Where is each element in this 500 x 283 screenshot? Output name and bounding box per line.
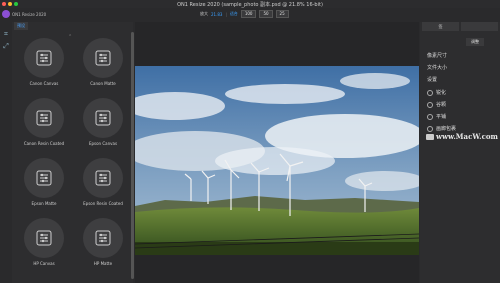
settings-section-label: 设置	[427, 77, 438, 83]
settings-section-label: 谷颗	[436, 102, 447, 108]
preset-sliders-icon	[36, 170, 52, 186]
preset-sliders-icon	[95, 230, 111, 246]
preset-sliders-icon	[95, 50, 111, 66]
preset-sliders-icon	[95, 170, 111, 186]
section-toggle-icon[interactable]	[427, 113, 433, 120]
settings-section[interactable]: 锐化	[427, 89, 446, 96]
separator: |	[225, 11, 227, 17]
preset-label: Epson Resin Coated	[83, 201, 123, 206]
tool-strip: ⌗ ⤢	[0, 22, 12, 283]
preset-item[interactable]: Epson Resin Coated	[75, 152, 131, 212]
watermark: www.MacW.com	[426, 132, 498, 141]
settings-section[interactable]: 像素尺寸	[427, 52, 447, 59]
preset-label: Canon Matte	[90, 81, 116, 86]
section-toggle-icon[interactable]	[427, 89, 433, 96]
presets-scrollbar[interactable]	[131, 32, 134, 279]
preset-item[interactable]: Canon Canvas	[16, 32, 72, 92]
preset-label: HP Canvas	[33, 261, 55, 266]
window-titlebar: ON1 Resize 2020 (sample_photo 副本.psd @ 2…	[0, 0, 500, 8]
settings-section-label: 文件大小	[427, 65, 448, 71]
section-toggle-icon[interactable]	[427, 101, 433, 108]
resize-tool-icon[interactable]: ⤢	[2, 42, 10, 50]
adjust-button[interactable]: 调整	[466, 38, 484, 46]
crop-tool-icon[interactable]: ⌗	[2, 30, 10, 38]
tab-settings-secondary[interactable]	[461, 22, 498, 31]
preset-sliders-icon	[36, 110, 52, 126]
zoom-50-button[interactable]: 50	[259, 10, 273, 18]
preset-label: Epson Matte	[31, 201, 57, 206]
zoom-value[interactable]: 21.83	[211, 12, 222, 17]
watermark-logo-icon	[426, 134, 434, 140]
app-name: ON1 Resize 2020	[12, 12, 47, 17]
preset-item[interactable]: Canon Resin Coated	[16, 92, 72, 152]
preset-label: Canon Canvas	[29, 81, 59, 86]
fit-button[interactable]: 适合	[230, 11, 238, 17]
preset-sliders-icon	[36, 50, 52, 66]
preset-item[interactable]: Epson Matte	[16, 152, 72, 212]
settings-section[interactable]: 设置	[427, 76, 437, 83]
settings-section[interactable]: 谷颗	[427, 101, 446, 108]
tab-settings-primary[interactable]: 签	[422, 22, 459, 31]
preset-label: Canon Resin Coated	[23, 141, 65, 146]
preset-item[interactable]: Epson Canvas	[75, 92, 131, 152]
preset-item[interactable]: HP Canvas	[16, 212, 72, 272]
settings-section-label: 像素尺寸	[427, 53, 448, 59]
preset-item[interactable]: Canon Matte	[75, 32, 131, 92]
view-toolbar: 放大 21.83 | 适合 100 50 25	[200, 10, 289, 18]
section-toggle-icon[interactable]	[427, 125, 433, 132]
settings-section-label: 平铺	[436, 114, 447, 120]
preset-label: Epson Canvas	[88, 141, 118, 146]
photo-preview	[135, 66, 419, 255]
app-logo-icon	[2, 10, 10, 18]
settings-tabs: 签	[422, 22, 498, 31]
zoom-25-button[interactable]: 25	[275, 10, 289, 18]
settings-section[interactable]: 画廊包裹	[427, 125, 456, 132]
preset-item[interactable]: HP Matte	[75, 212, 131, 272]
preset-label: HP Matte	[93, 261, 113, 266]
settings-section-label: 锐化	[436, 90, 447, 96]
settings-panel	[420, 22, 500, 283]
preset-sliders-icon	[36, 230, 52, 246]
settings-section[interactable]: 平铺	[427, 113, 446, 120]
wind-farm-photo	[135, 66, 419, 255]
preset-sliders-icon	[95, 110, 111, 126]
zoom-100-button[interactable]: 100	[240, 10, 257, 18]
zoom-label: 放大	[200, 11, 208, 16]
watermark-text: www.MacW.com	[436, 132, 498, 141]
settings-section[interactable]: 文件大小	[427, 64, 447, 71]
tab-presets[interactable]: 预设	[14, 22, 28, 30]
window-title: ON1 Resize 2020 (sample_photo 副本.psd @ 2…	[177, 2, 323, 8]
